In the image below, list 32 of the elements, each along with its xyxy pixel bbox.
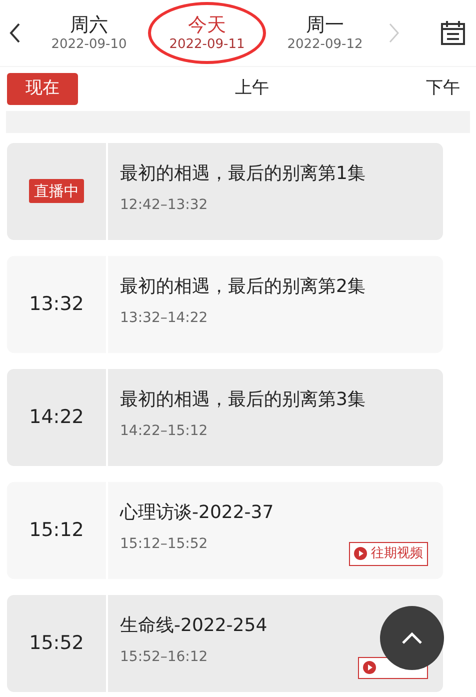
time-range: 14:22–15:12 — [120, 422, 208, 440]
program-title: 生命线-2022-254 — [120, 614, 268, 638]
back-icon[interactable] — [8, 22, 22, 44]
period-tab[interactable]: 上午 — [78, 73, 426, 104]
program-title: 最初的相遇，最后的别离第1集 — [120, 162, 366, 186]
play-icon — [363, 661, 376, 674]
time-range: 13:32–14:22 — [120, 308, 208, 328]
period-tab[interactable]: 现在 — [7, 73, 78, 104]
program-card[interactable]: 15:12 心理访谈-2022-37 15:12–15:52 往期视频 — [7, 482, 443, 578]
program-title: 心理访谈-2022-37 — [120, 500, 274, 524]
play-icon — [354, 547, 367, 560]
date-tab[interactable]: 周一 2022-09-12 — [266, 2, 384, 64]
program-title: 最初的相遇，最后的别离第2集 — [120, 274, 366, 298]
program-title: 最初的相遇，最后的别离第3集 — [120, 388, 366, 412]
start-time: 13:32 — [29, 292, 84, 317]
program-card[interactable]: 13:32 最初的相遇，最后的别离第2集 13:32–14:22 — [7, 256, 443, 352]
program-card[interactable]: 15:52 生命线-2022-254 15:52–16:12 — [7, 594, 443, 692]
start-time: 15:12 — [29, 518, 84, 543]
time-range: 15:12–15:52 — [120, 534, 208, 554]
calendar-icon[interactable] — [440, 20, 466, 46]
replay-link[interactable]: 往期视频 — [349, 542, 428, 566]
start-time: 15:52 — [29, 630, 84, 656]
start-time: 14:22 — [29, 404, 84, 430]
time-range: 15:52–16:12 — [120, 648, 208, 666]
time-range: 12:42–13:32 — [120, 196, 208, 214]
program-card[interactable]: 直播中 最初的相遇，最后的别离第1集 12:42–13:32 — [7, 142, 443, 240]
date-tab[interactable]: 今天 2022-09-11 — [148, 2, 266, 64]
period-tab[interactable]: 下午 — [426, 73, 460, 104]
up-icon — [401, 631, 423, 645]
program-card[interactable]: 14:22 最初的相遇，最后的别离第3集 14:22–15:12 — [7, 368, 443, 466]
date-tab[interactable]: 周六 2022-09-10 — [30, 2, 148, 64]
live-label: 直播中 — [29, 178, 84, 204]
